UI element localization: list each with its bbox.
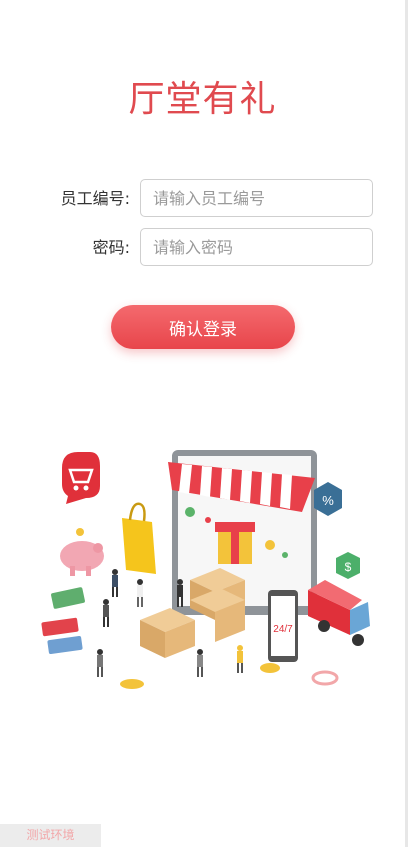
environment-badge: 测试环境	[0, 824, 101, 847]
phone-icon: 24/7	[268, 590, 298, 662]
employee-id-label: 员工编号:	[60, 189, 130, 208]
svg-text:24/7: 24/7	[273, 624, 293, 635]
employee-id-row: 员工编号:	[0, 179, 405, 219]
screen-dot	[185, 507, 195, 517]
coin-icon	[120, 679, 144, 689]
percent-badge-icon: %	[314, 482, 342, 516]
screen-dot	[265, 540, 275, 550]
banknote-icon	[51, 587, 85, 609]
coin-icon	[260, 663, 280, 673]
credit-card-icon	[47, 635, 83, 655]
ring-icon	[311, 670, 339, 686]
password-label: 密码:	[92, 238, 130, 257]
screen-dot	[205, 517, 211, 523]
delivery-truck-icon	[308, 580, 370, 646]
password-row: 密码:	[0, 228, 405, 268]
page-title: 厅堂有礼	[128, 79, 277, 120]
gift-box	[215, 522, 255, 564]
dollar-badge-icon: $	[336, 552, 360, 579]
shopping-bag-icon	[122, 502, 156, 574]
ecommerce-illustration: % $ 24/7	[41, 450, 370, 689]
employee-id-input[interactable]	[140, 179, 373, 217]
screen-dot	[282, 552, 288, 558]
password-input[interactable]	[140, 228, 373, 266]
svg-text:$: $	[345, 560, 352, 574]
svg-text:%: %	[322, 493, 334, 508]
credit-card-icon	[41, 617, 79, 637]
piggy-bank-icon	[60, 528, 104, 576]
cart-badge-icon	[62, 452, 100, 504]
login-button[interactable]: 确认登录	[111, 305, 295, 349]
